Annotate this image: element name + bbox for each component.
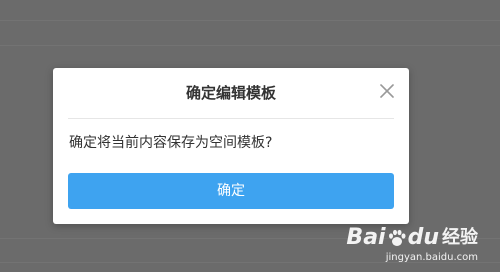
background-divider	[0, 45, 500, 46]
watermark-brand-right: du	[407, 225, 439, 250]
watermark-brand-suffix: 经验	[442, 227, 478, 248]
edit-template-dialog: 确定编辑模板 确定将当前内容保存为空间模板? 确定	[53, 68, 409, 224]
watermark-brand-left: Bai	[346, 225, 386, 250]
watermark-url: jingyan.baidu.com	[385, 252, 478, 263]
baidu-jingyan-watermark: Bai du 经验 jingyan.baidu.com	[346, 225, 478, 264]
close-icon	[380, 84, 394, 98]
dialog-header: 确定编辑模板	[68, 68, 394, 119]
dialog-message: 确定将当前内容保存为空间模板?	[69, 135, 273, 151]
close-button[interactable]	[378, 82, 396, 100]
watermark-logo: Bai du 经验	[346, 225, 478, 251]
dialog-title: 确定编辑模板	[185, 84, 276, 102]
background-divider	[0, 20, 500, 21]
confirm-button[interactable]: 确定	[68, 173, 394, 209]
paw-icon	[388, 229, 406, 246]
